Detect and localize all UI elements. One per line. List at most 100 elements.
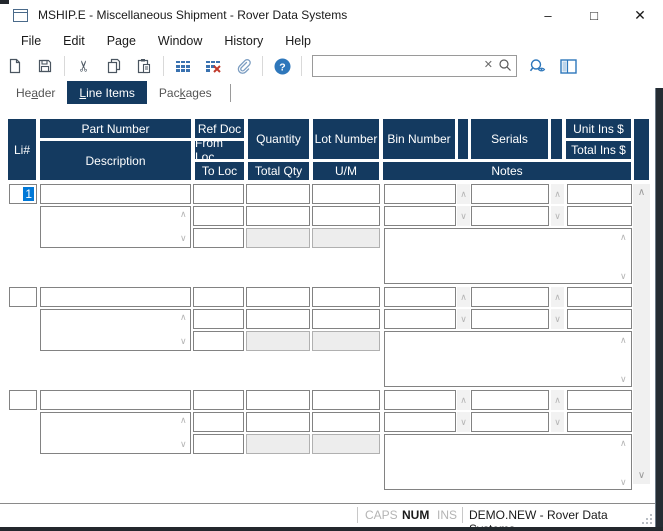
lot-number-secondary-input[interactable] xyxy=(312,206,380,226)
bin-spinner-down-icon[interactable]: ∨ xyxy=(457,412,470,432)
tab-line-items[interactable]: Line Items xyxy=(67,81,146,104)
serials-spinner-up-icon[interactable]: ∧ xyxy=(551,390,564,410)
total-ins-input[interactable] xyxy=(567,412,632,432)
total-ins-input[interactable] xyxy=(567,206,632,226)
ref-doc-input[interactable] xyxy=(193,184,244,204)
notes-scroll-up-icon[interactable]: ∧ xyxy=(620,439,627,448)
description-scroll-down-icon[interactable]: ∨ xyxy=(180,337,187,346)
bin-spinner-down-icon[interactable]: ∨ xyxy=(457,206,470,226)
description-textarea[interactable] xyxy=(40,412,191,454)
tab-header[interactable]: Header xyxy=(4,81,67,104)
serials-spinner-up-icon[interactable]: ∧ xyxy=(551,184,564,204)
delete-row-icon[interactable] xyxy=(200,54,226,78)
bin-spinner-down-icon[interactable]: ∨ xyxy=(457,309,470,329)
new-document-icon[interactable] xyxy=(2,54,28,78)
to-loc-input[interactable] xyxy=(193,228,244,248)
menu-item-page[interactable]: Page xyxy=(96,32,147,50)
unit-ins-input[interactable] xyxy=(567,390,632,410)
bin-number-secondary-input[interactable] xyxy=(384,206,456,226)
bin-number-secondary-input[interactable] xyxy=(384,412,456,432)
serials-secondary-input[interactable] xyxy=(471,412,549,432)
lot-number-secondary-input[interactable] xyxy=(312,309,380,329)
bin-number-secondary-input[interactable] xyxy=(384,309,456,329)
cut-icon[interactable]: ✂ xyxy=(72,53,96,79)
search-icon[interactable] xyxy=(498,58,512,72)
li-number-field[interactable] xyxy=(9,390,37,410)
notes-scroll-down-icon[interactable]: ∨ xyxy=(620,478,627,487)
bin-spinner-up-icon[interactable]: ∧ xyxy=(457,390,470,410)
from-loc-input[interactable] xyxy=(193,412,244,432)
to-loc-input[interactable] xyxy=(193,434,244,454)
vertical-scrollbar[interactable]: ∧ ∨ xyxy=(633,184,650,484)
menu-item-history[interactable]: History xyxy=(213,32,274,50)
li-number-field[interactable]: 1 xyxy=(9,184,37,204)
close-button[interactable]: ✕ xyxy=(617,0,663,30)
serials-input[interactable] xyxy=(471,184,549,204)
serials-secondary-input[interactable] xyxy=(471,309,549,329)
paste-icon[interactable] xyxy=(131,54,157,78)
serials-spinner-down-icon[interactable]: ∨ xyxy=(551,206,564,226)
ref-doc-input[interactable] xyxy=(193,390,244,410)
unit-ins-input[interactable] xyxy=(567,287,632,307)
bin-number-input[interactable] xyxy=(384,184,456,204)
scroll-down-icon[interactable]: ∨ xyxy=(633,467,650,484)
notes-textarea[interactable] xyxy=(384,434,632,490)
serials-spinner-up-icon[interactable]: ∧ xyxy=(551,287,564,307)
ref-doc-input[interactable] xyxy=(193,287,244,307)
quantity-input[interactable] xyxy=(246,287,310,307)
menu-item-help[interactable]: Help xyxy=(274,32,322,50)
notes-scroll-down-icon[interactable]: ∨ xyxy=(620,272,627,281)
bin-spinner-up-icon[interactable]: ∧ xyxy=(457,184,470,204)
bin-number-input[interactable] xyxy=(384,287,456,307)
notes-textarea[interactable] xyxy=(384,228,632,284)
panel-layout-icon[interactable] xyxy=(555,54,581,78)
lookup-icon[interactable] xyxy=(525,54,551,78)
notes-scroll-up-icon[interactable]: ∧ xyxy=(620,233,627,242)
lot-number-input[interactable] xyxy=(312,287,380,307)
serials-spinner-down-icon[interactable]: ∨ xyxy=(551,309,564,329)
quantity-secondary-input[interactable] xyxy=(246,309,310,329)
minimize-button[interactable]: – xyxy=(525,0,571,30)
attachment-icon[interactable] xyxy=(230,54,256,78)
quantity-secondary-input[interactable] xyxy=(246,206,310,226)
clear-search-icon[interactable]: ✕ xyxy=(484,58,493,71)
save-icon[interactable] xyxy=(32,54,58,78)
quantity-secondary-input[interactable] xyxy=(246,412,310,432)
serials-input[interactable] xyxy=(471,390,549,410)
menu-item-file[interactable]: File xyxy=(10,32,52,50)
notes-textarea[interactable] xyxy=(384,331,632,387)
description-textarea[interactable] xyxy=(40,206,191,248)
lot-number-input[interactable] xyxy=(312,184,380,204)
copy-icon[interactable] xyxy=(101,54,127,78)
part-number-input[interactable] xyxy=(40,184,191,204)
part-number-input[interactable] xyxy=(40,390,191,410)
serials-spinner-down-icon[interactable]: ∨ xyxy=(551,412,564,432)
li-number-field[interactable] xyxy=(9,287,37,307)
to-loc-input[interactable] xyxy=(193,331,244,351)
part-number-input[interactable] xyxy=(40,287,191,307)
lot-number-input[interactable] xyxy=(312,390,380,410)
lot-number-secondary-input[interactable] xyxy=(312,412,380,432)
notes-scroll-down-icon[interactable]: ∨ xyxy=(620,375,627,384)
from-loc-input[interactable] xyxy=(193,309,244,329)
maximize-button[interactable]: □ xyxy=(571,0,617,30)
bin-spinner-up-icon[interactable]: ∧ xyxy=(457,287,470,307)
total-ins-input[interactable] xyxy=(567,309,632,329)
tab-packages[interactable]: Packages xyxy=(147,81,224,104)
help-icon[interactable]: ? xyxy=(269,54,295,78)
quantity-input[interactable] xyxy=(246,390,310,410)
quantity-input[interactable] xyxy=(246,184,310,204)
scroll-up-icon[interactable]: ∧ xyxy=(633,184,650,201)
notes-scroll-up-icon[interactable]: ∧ xyxy=(620,336,627,345)
description-scroll-down-icon[interactable]: ∨ xyxy=(180,440,187,449)
resize-grip[interactable] xyxy=(642,514,652,524)
menu-item-edit[interactable]: Edit xyxy=(52,32,96,50)
from-loc-input[interactable] xyxy=(193,206,244,226)
menu-item-window[interactable]: Window xyxy=(147,32,213,50)
serials-secondary-input[interactable] xyxy=(471,206,549,226)
bin-number-input[interactable] xyxy=(384,390,456,410)
serials-input[interactable] xyxy=(471,287,549,307)
unit-ins-input[interactable] xyxy=(567,184,632,204)
description-scroll-down-icon[interactable]: ∨ xyxy=(180,234,187,243)
insert-row-icon[interactable] xyxy=(170,54,196,78)
